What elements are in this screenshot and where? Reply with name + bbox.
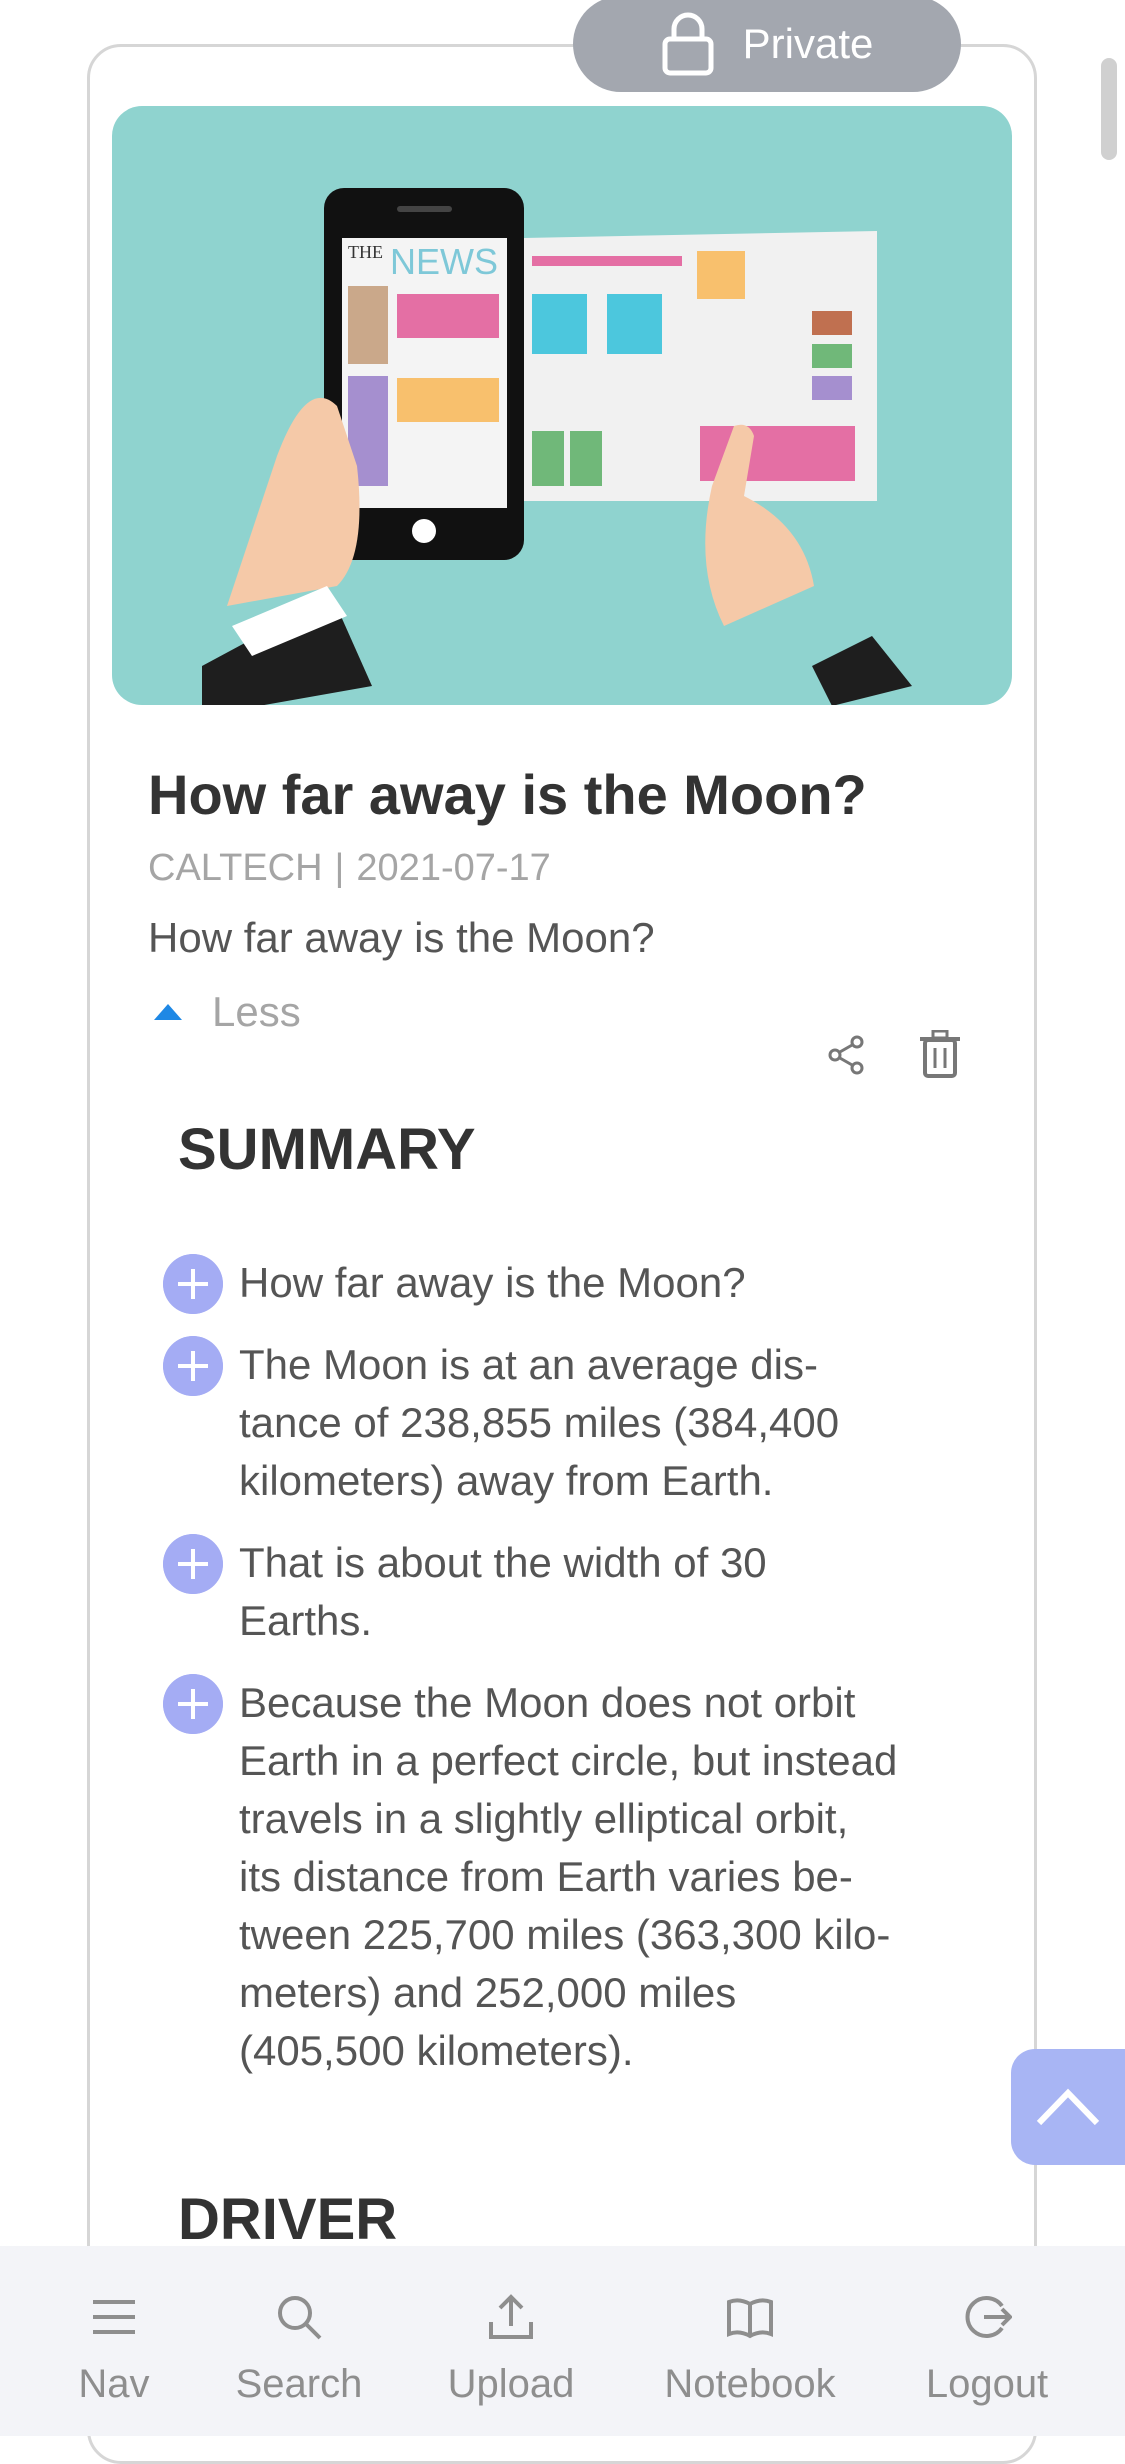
nav-item-label: Search [235, 2362, 363, 2406]
private-badge[interactable]: Private [573, 0, 961, 92]
add-plus-icon[interactable] [163, 1674, 223, 1734]
summary-item: Because the Moon does not orbit Earth in… [160, 1674, 960, 2080]
article-meta: CALTECH | 2021-07-17 [148, 847, 551, 890]
trash-icon[interactable] [920, 1030, 960, 1078]
show-less-label: Less [212, 988, 301, 1035]
nav-item-notebook[interactable]: Notebook [660, 2246, 840, 2436]
summary-item-text: The Moon is at an average dis- tance of … [239, 1341, 840, 1504]
upload-icon [489, 2294, 533, 2339]
article-source: CALTECH [148, 847, 323, 889]
summary-item: The Moon is at an average dis- tance of … [160, 1336, 960, 1510]
caret-up-icon [154, 1004, 182, 1020]
meta-separator: | [334, 847, 345, 889]
lock-icon [662, 12, 714, 76]
masthead-news: NEWS [390, 241, 498, 282]
nav-item-label: Logout [925, 2362, 1049, 2406]
nav-item-label: Notebook [664, 2362, 836, 2406]
scroll-to-top-button[interactable] [1011, 2049, 1125, 2165]
nav-item-nav[interactable]: Nav [64, 2246, 164, 2436]
summary-item-text: That is about the width of 30 Earths. [239, 1539, 767, 1644]
book-icon [727, 2298, 773, 2339]
nav-item-logout[interactable]: Logout [922, 2246, 1052, 2436]
chevron-up-icon [1036, 2088, 1100, 2126]
summary-list: How far away is the Moon? The Moon is at… [160, 1254, 960, 2104]
nav-item-upload[interactable]: Upload [446, 2246, 576, 2436]
summary-heading: SUMMARY [178, 1117, 476, 1182]
summary-item-text: How far away is the Moon? [239, 1259, 746, 1306]
summary-item: How far away is the Moon? [160, 1254, 960, 1314]
nav-item-label: Nav [78, 2362, 150, 2406]
menu-icon [93, 2300, 135, 2334]
summary-item-text: Because the Moon does not orbit Earth in… [239, 1679, 898, 2074]
summary-item: That is about the width of 30 Earths. [160, 1534, 960, 1650]
article-date: 2021-07-17 [356, 847, 551, 889]
search-icon [278, 2296, 322, 2340]
article-hero-image[interactable]: THE NEWS [112, 106, 1012, 705]
private-badge-label: Private [742, 20, 874, 67]
nav-item-label: Upload [447, 2362, 575, 2406]
article-title: How far away is the Moon? [148, 763, 867, 826]
bottom-navigation: Nav Search Upload Notebook Logout [0, 2246, 1125, 2436]
page-scrollbar[interactable] [1101, 58, 1117, 160]
add-plus-icon[interactable] [163, 1534, 223, 1594]
logout-icon [965, 2296, 1012, 2338]
newspaper-illustration: THE NEWS [202, 188, 912, 705]
show-less-toggle[interactable]: Less [152, 988, 301, 1036]
masthead-the: THE [348, 242, 383, 262]
article-description: How far away is the Moon? [148, 914, 655, 961]
share-icon[interactable] [826, 1035, 866, 1075]
driver-heading: DRIVER [178, 2187, 398, 2252]
add-plus-icon[interactable] [163, 1254, 223, 1314]
add-plus-icon[interactable] [163, 1336, 223, 1396]
nav-item-search[interactable]: Search [234, 2246, 364, 2436]
